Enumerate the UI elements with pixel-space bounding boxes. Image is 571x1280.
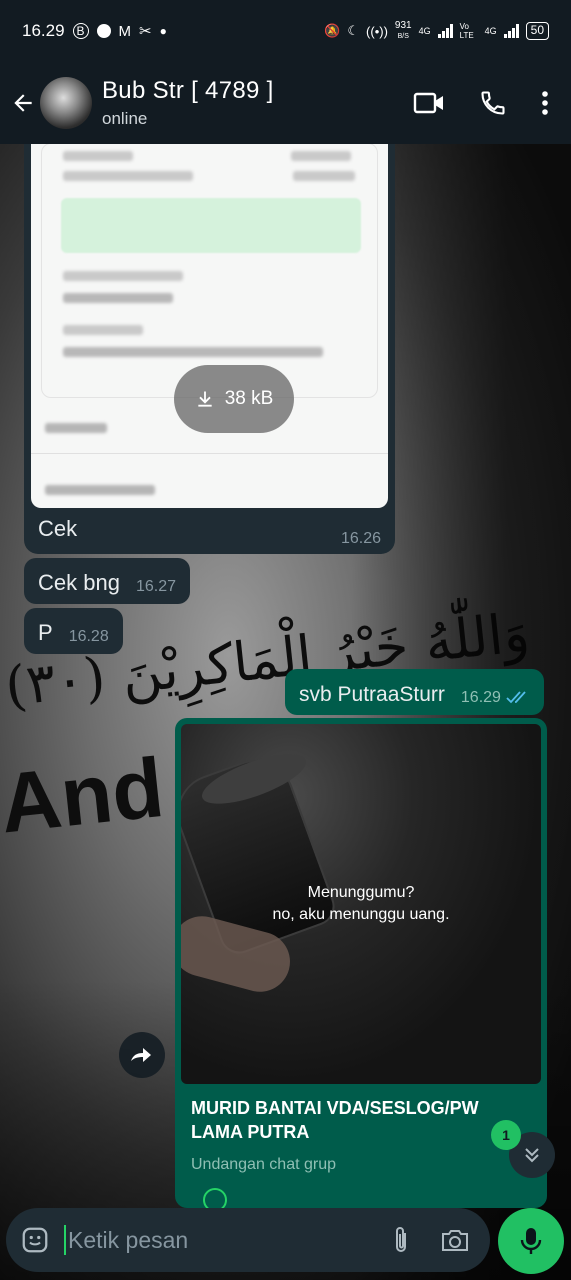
gmail-icon: M — [118, 22, 132, 40]
blur-line — [63, 293, 173, 303]
more-notifications-icon: ● — [159, 24, 167, 38]
video-camera-icon — [413, 92, 443, 114]
forward-button[interactable] — [119, 1032, 165, 1078]
message-time: 16.28 — [68, 628, 109, 645]
video-call-button[interactable] — [413, 91, 445, 115]
image-quote-text: Menunggumu? no, aku menunggu uang. — [181, 882, 541, 926]
chat-header: Bub Str [ 4789 ] online — [0, 62, 571, 144]
blur-line — [63, 325, 143, 335]
blur-line — [63, 271, 183, 281]
message-composer: Ketik pesan — [6, 1208, 490, 1272]
paperclip-icon[interactable] — [390, 1225, 412, 1255]
mute-bell-icon: 🔕 — [324, 23, 341, 38]
contact-status: online — [102, 109, 148, 128]
invite-subtitle: Undangan chat grup — [191, 1156, 336, 1173]
blurred-success-banner — [61, 198, 361, 253]
message-time: 16.27 — [135, 578, 176, 595]
arrow-left-icon — [14, 94, 32, 112]
whatsapp-icon — [203, 1188, 227, 1208]
blur-line — [293, 171, 355, 181]
download-size: 38 kB — [224, 388, 274, 409]
net-speed: 931 B/S — [394, 19, 412, 40]
group-name: MURID BANTAI VDA/SESLOG/PW LAMA PUTRA — [191, 1098, 479, 1142]
kebab-menu-icon — [542, 91, 548, 115]
download-icon — [198, 391, 212, 407]
net-type-2: 4G — [484, 26, 497, 36]
message-time: 16.26 — [340, 530, 381, 547]
moon-icon: ☾ — [347, 23, 360, 38]
unread-count-badge: 1 — [491, 1120, 521, 1150]
volte-label: Vo LTE — [459, 22, 474, 40]
blur-line — [63, 171, 193, 181]
status-bar: 16.29 B M ✂ ● 🔕 ☾ ((•)) 931 B/S 4G Vo LTE… — [0, 0, 571, 62]
signal-1-icon — [437, 24, 453, 38]
download-button[interactable]: 38 kB — [174, 365, 294, 433]
message-text: svb PutraaSturr — [299, 683, 445, 706]
message-text: P — [38, 620, 53, 645]
blur-line — [63, 347, 323, 357]
net-type-1: 4G — [418, 26, 431, 36]
status-time: 16.29 — [22, 21, 65, 40]
signal-2-icon — [503, 24, 519, 38]
outgoing-message[interactable]: svb PutraaSturr 16.29 — [285, 669, 544, 715]
more-options-button[interactable] — [541, 90, 549, 116]
message-time: 16.29 — [460, 689, 501, 706]
blur-line — [63, 151, 133, 161]
image-caption: Cek — [38, 516, 78, 541]
camera-icon[interactable] — [440, 1227, 470, 1253]
hotspot-icon: ((•)) — [366, 23, 388, 39]
voice-record-button[interactable] — [498, 1208, 564, 1274]
quote-line-1: Menunggumu? — [307, 884, 415, 901]
microphone-icon — [520, 1228, 542, 1254]
divider — [31, 453, 388, 454]
blur-line — [45, 485, 155, 495]
notification-dot-icon — [96, 24, 111, 38]
blurred-image-preview[interactable] — [31, 143, 388, 508]
blur-line — [291, 151, 351, 161]
contact-info[interactable]: Bub Str [ 4789 ] online — [102, 77, 274, 129]
capcut-icon: ✂ — [139, 23, 152, 40]
group-invite-image[interactable]: Menunggumu? no, aku menunggu uang. — [181, 724, 541, 1084]
blur-line — [45, 423, 107, 433]
contact-name: Bub Str [ 4789 ] — [102, 77, 274, 104]
incoming-message[interactable]: Cek bng 16.27 — [24, 558, 190, 604]
double-check-read-icon — [506, 691, 526, 704]
emoji-sticker-icon[interactable] — [20, 1225, 50, 1255]
incoming-image-message[interactable]: 38 kB Cek 16.26 — [24, 143, 395, 554]
message-input[interactable]: Ketik pesan — [64, 1225, 390, 1255]
avatar[interactable] — [40, 77, 92, 129]
battery-icon: 50 — [525, 22, 549, 40]
quote-line-2: no, aku menunggu uang. — [272, 906, 450, 923]
message-text: Cek bng — [38, 570, 120, 595]
forward-icon — [131, 1048, 151, 1062]
voice-call-button[interactable] — [479, 89, 507, 117]
notification-b-icon: B — [72, 23, 89, 39]
incoming-message[interactable]: P 16.28 — [24, 608, 123, 654]
double-chevron-down-icon — [525, 1148, 539, 1163]
phone-icon — [481, 91, 505, 115]
